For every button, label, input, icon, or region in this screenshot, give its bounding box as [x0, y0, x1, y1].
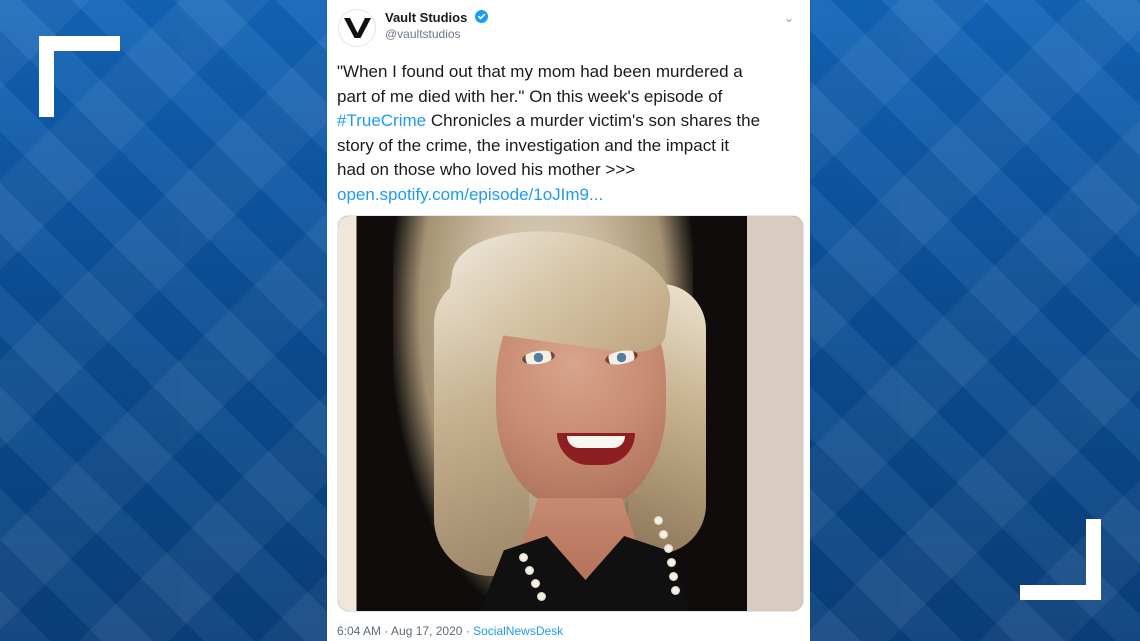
spotify-episode-link[interactable]: open.spotify.com/episode/1oJIm9...: [337, 185, 603, 204]
account-avatar[interactable]: [338, 9, 376, 47]
pearl-necklace-bead: [519, 553, 528, 562]
pearl-necklace-bead: [531, 579, 540, 588]
tweet-text-line-1: "When I found out that my mom had been m…: [337, 62, 743, 81]
pearl-necklace-bead: [664, 544, 673, 553]
photo-teeth: [567, 436, 625, 448]
tweet-text-line-5: had on those who loved his mother >>>: [337, 160, 636, 179]
pearl-necklace-bead: [537, 592, 546, 601]
tweet-text-line-3: #TrueCrime Chronicles a murder victim's …: [337, 109, 802, 134]
account-name[interactable]: Vault Studios: [385, 10, 467, 25]
tweet-date[interactable]: Aug 17, 2020: [391, 624, 462, 638]
vault-studios-logo-icon: [343, 18, 371, 38]
tweet-time[interactable]: 6:04 AM: [337, 624, 381, 638]
tweet-text-line-2: part of me died with her." On this week'…: [337, 86, 723, 106]
meta-separator: ·: [381, 624, 392, 638]
tweet-source-link[interactable]: SocialNewsDesk: [473, 624, 563, 638]
pearl-necklace-bead: [669, 572, 678, 581]
tweet-header: Vault Studios @vaultstudios ⌄: [338, 9, 803, 47]
tweet-text-line-4: story of the crime, the investigation an…: [337, 135, 730, 155]
tweet-card: Vault Studios @vaultstudios ⌄ "When I fo…: [327, 0, 810, 641]
pearl-necklace-bead: [654, 516, 663, 525]
top-left-corner-bracket: [39, 36, 120, 117]
pearl-necklace-bead: [525, 566, 534, 575]
meta-separator: ·: [462, 624, 474, 638]
tweet-metadata: 6:04 AM · Aug 17, 2020 · SocialNewsDesk: [337, 624, 563, 638]
bottom-right-corner-bracket: [1020, 519, 1101, 600]
tweet-photo[interactable]: [337, 215, 804, 612]
account-handle[interactable]: @vaultstudios: [385, 27, 461, 41]
tweet-text-line-3-rest: Chronicles a murder victim's son shares …: [426, 111, 761, 130]
pearl-necklace-bead: [667, 558, 676, 567]
verified-check-icon: [475, 10, 488, 23]
true-crime-hashtag-link[interactable]: #TrueCrime: [337, 111, 426, 130]
tweet-text: "When I found out that my mom had been m…: [337, 60, 802, 207]
pearl-necklace-bead: [671, 586, 680, 595]
chevron-down-icon[interactable]: ⌄: [784, 11, 798, 25]
pearl-necklace-bead: [659, 530, 668, 539]
